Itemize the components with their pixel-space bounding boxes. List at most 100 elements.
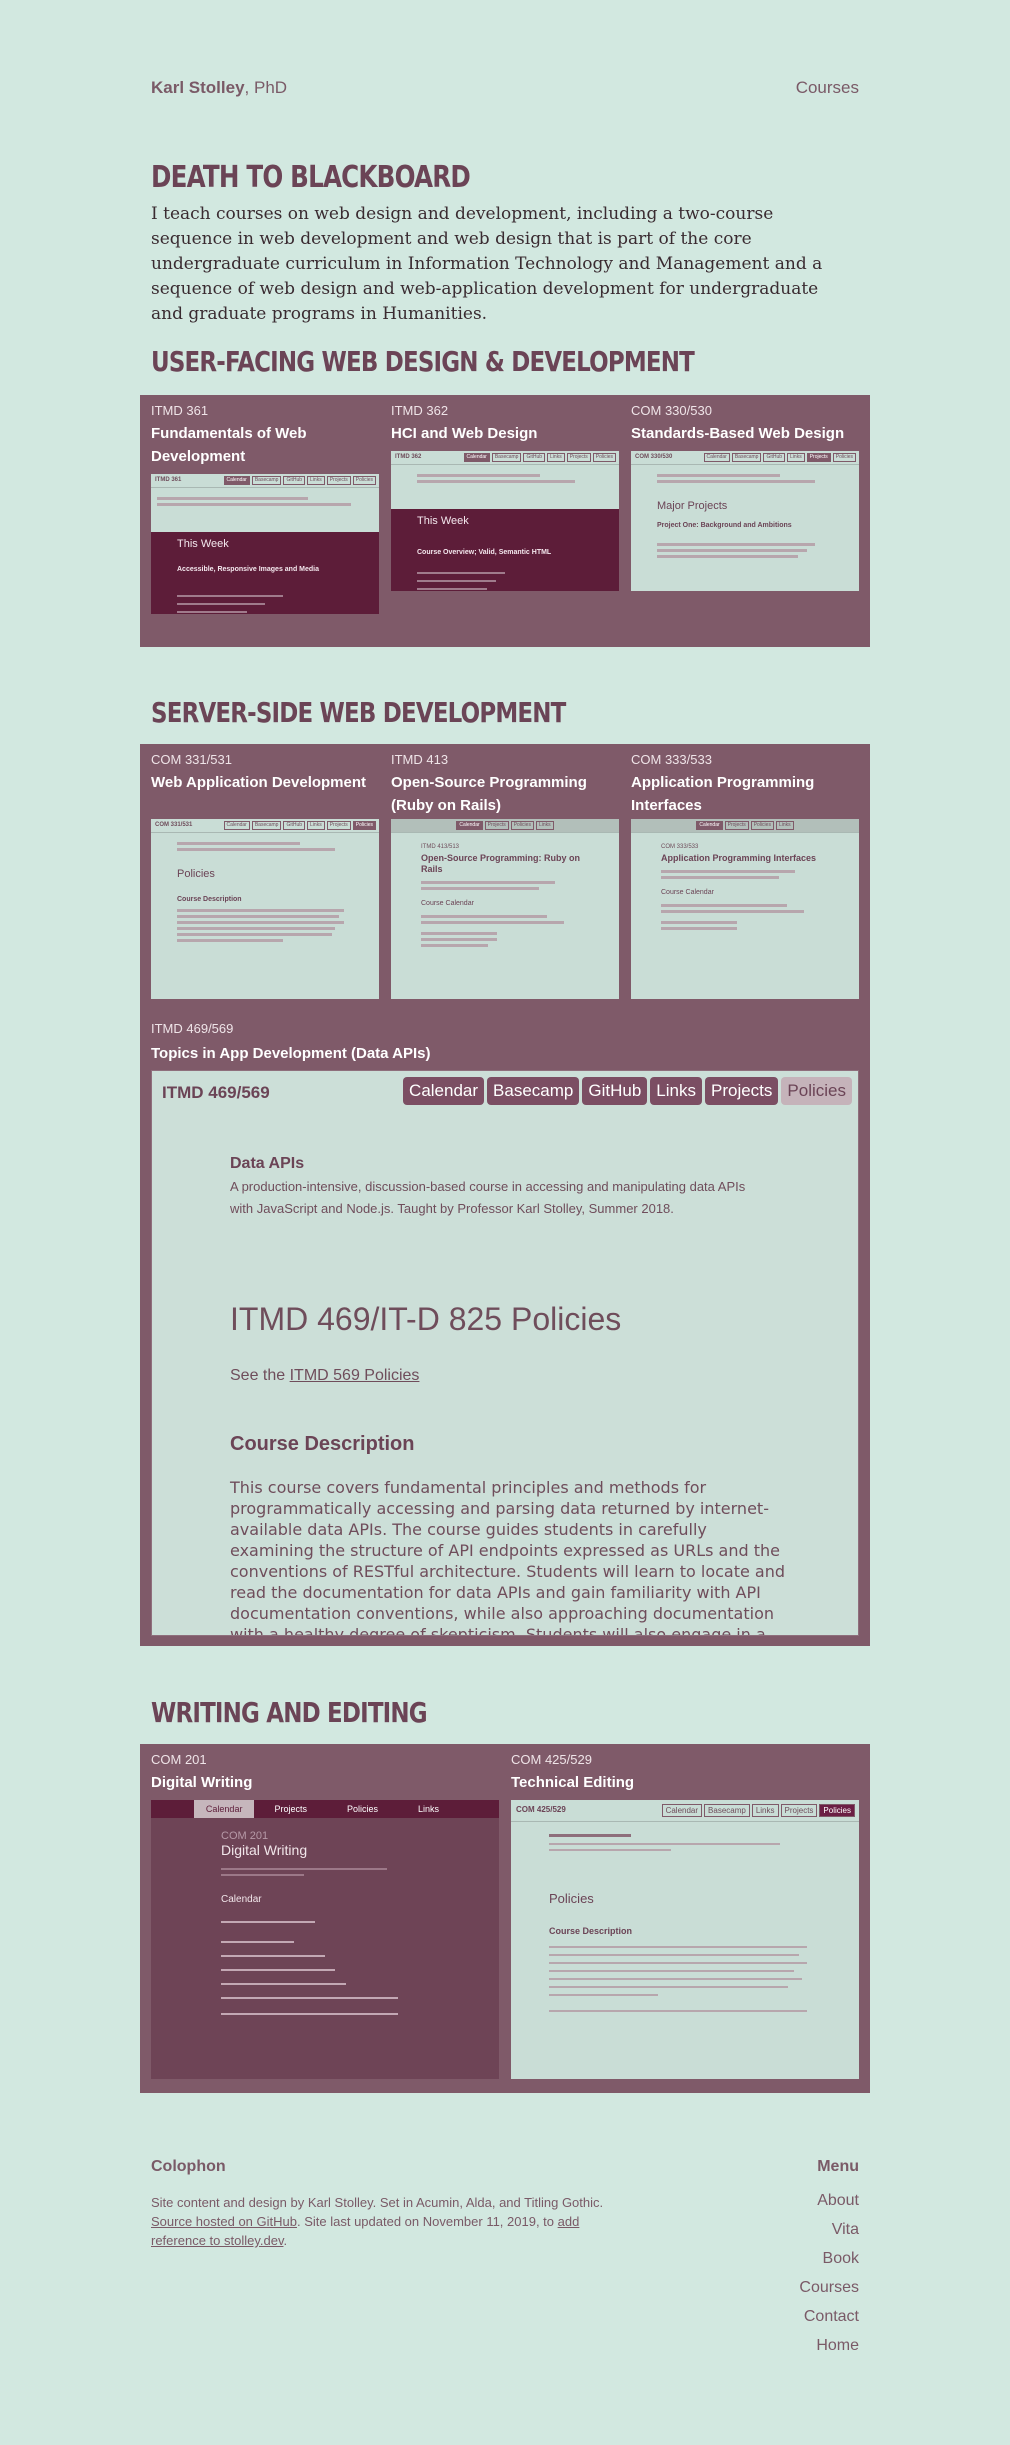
thumb-heading: Policies (177, 868, 215, 880)
thumb-logo: ITMD 361 (155, 477, 182, 483)
thumb-logo: COM 331/531 (155, 822, 193, 828)
course-desc-text: This course covers fundamental principle… (230, 1478, 786, 1636)
section-title-user-facing: USER-FACING WEB DESIGN & DEVELOPMENT (151, 345, 695, 378)
course-thumbnail[interactable]: Calendar Projects Policies Links ITMD 413/5… (391, 819, 619, 999)
thumb-sub: Course Description (177, 896, 242, 903)
course-title[interactable]: Open-Source Programming (Ruby on Rails) (391, 771, 619, 817)
preview-subtitle: Data APIs (230, 1155, 305, 1172)
course-thumbnail[interactable]: COM 330/530 Calendar Basecamp GitHub Links P… (631, 451, 859, 591)
thumb-logo: COM 330/530 (635, 454, 673, 460)
thumb-logo: COM 201 (221, 1830, 269, 1842)
course-title[interactable]: Web Application Development (151, 771, 379, 817)
page-title: DEATH TO BLACKBOARD (151, 160, 471, 195)
course-thumbnail[interactable]: Calendar Projects Policies Links COM 201… (151, 1800, 499, 2079)
colophon-end: . (283, 2233, 288, 2248)
course-title[interactable]: Application Programming Interfaces (631, 771, 859, 817)
thumb-nav: Calendar Basecamp GitHub Links Projects Polic… (391, 451, 619, 465)
courses-link[interactable]: Courses (796, 78, 859, 98)
thumb-heading: Application Programming Interfaces (661, 853, 817, 863)
thumb-logo: ITMD 413/513 (421, 844, 460, 850)
course-thumbnail[interactable]: Calendar Projects Policies Links COM 333/53… (631, 819, 859, 999)
featured-course-preview[interactable]: ITMD 469/569 Calendar Basecamp GitHub Links… (151, 1070, 859, 1636)
policies-heading: ITMD 469/IT-D 825 Policies (230, 1301, 622, 1337)
nav-github[interactable]: GitHub (582, 1077, 648, 1105)
preview-nav: Calendar Basecamp GitHub Links Projects Polic… (400, 1077, 852, 1105)
see-prefix: See the (230, 1367, 290, 1384)
course-thumbnail[interactable]: COM 331/531 Calendar Basecamp GitHub Links P… (151, 819, 379, 999)
course-card[interactable]: ITMD 361 Fundamentals of Web Development… (151, 403, 379, 614)
preview-description: A production-intensive, discussion-based… (230, 1179, 746, 1216)
thumb-sub: Project One: Background and Ambitions (657, 522, 792, 529)
course-code: COM 333/533 (631, 752, 712, 767)
menu-item-home[interactable]: Home (799, 2337, 859, 2366)
course-thumbnail[interactable]: COM 425/529 Calendar Basecamp Links Proj… (511, 1800, 859, 2079)
footer-menu: About Vita Book Courses Contact Home (799, 2192, 859, 2366)
course-desc-heading: Course Description (230, 1433, 415, 1455)
server-side-panel: COM 331/531 Web Application Development … (140, 744, 870, 1646)
thumb-nav: Calendar Projects Policies Links (391, 819, 619, 833)
policies-link[interactable]: ITMD 569 Policies (290, 1367, 420, 1384)
menu-item-contact[interactable]: Contact (799, 2308, 859, 2337)
course-code: COM 425/529 (511, 1752, 592, 1767)
course-thumbnail[interactable]: ITMD 362 Calendar Basecamp GitHub Links Proj… (391, 451, 619, 591)
course-title[interactable]: Standards-Based Web Design (631, 422, 859, 445)
course-thumbnail[interactable]: ITMD 361 Calendar Basecamp GitHub Links Proj… (151, 474, 379, 614)
course-title[interactable]: Digital Writing (151, 1771, 499, 1794)
thumb-heading: Policies (549, 1891, 594, 1906)
course-card[interactable]: ITMD 413 Open-Source Programming (Ruby o… (391, 752, 619, 999)
nav-projects[interactable]: Projects (704, 1077, 779, 1105)
thumb-nav: Calendar Projects Policies Links (631, 819, 859, 833)
thumb-sub: Course Calendar (661, 889, 714, 896)
course-card[interactable]: COM 333/533 Application Programming Inte… (631, 752, 859, 999)
course-code: COM 201 (151, 1752, 207, 1767)
course-card[interactable]: ITMD 362 HCI and Web Design ITMD 362 Cal… (391, 403, 619, 591)
thumb-sub: Course Overview; Valid, Semantic HTML (417, 549, 552, 556)
course-code: COM 331/531 (151, 752, 232, 767)
thumb-nav: Calendar Projects Policies Links (151, 1800, 499, 1818)
preview-logo[interactable]: ITMD 469/569 (162, 1083, 270, 1103)
course-title[interactable]: HCI and Web Design (391, 422, 619, 445)
menu-item-courses[interactable]: Courses (799, 2279, 859, 2308)
course-title[interactable]: Technical Editing (511, 1771, 859, 1794)
nav-basecamp[interactable]: Basecamp (487, 1077, 580, 1105)
thumb-nav: Calendar Basecamp GitHub Links Projects Polic… (151, 474, 379, 488)
thumb-logo: ITMD 362 (395, 454, 422, 460)
colophon-text: Site content and design by Karl Stolley.… (151, 2193, 621, 2250)
menu-item-book[interactable]: Book (799, 2250, 859, 2279)
colophon-heading: Colophon (151, 2158, 226, 2175)
nav-links[interactable]: Links (650, 1077, 702, 1105)
colophon-line: Site content and design by Karl Stolley.… (151, 2195, 604, 2210)
course-code: COM 330/530 (631, 403, 712, 418)
menu-item-about[interactable]: About (799, 2192, 859, 2221)
course-card[interactable]: COM 425/529 Technical Editing COM 425/52… (511, 1752, 859, 2079)
nav-calendar[interactable]: Calendar (403, 1077, 485, 1105)
menu-item-vita[interactable]: Vita (799, 2221, 859, 2250)
thumb-logo: COM 333/533 (661, 844, 699, 850)
colophon-line: . Site last updated on November 11, 2019… (296, 2214, 558, 2229)
course-title[interactable]: Fundamentals of Web Development (151, 422, 379, 468)
thumb-heading: Open-Source Programming: Ruby on Rails (421, 853, 581, 874)
course-code: ITMD 413 (391, 752, 449, 767)
user-facing-panel: ITMD 361 Fundamentals of Web Development… (140, 395, 870, 647)
course-code: ITMD 362 (391, 403, 449, 418)
intro-text: I teach courses on web design and develo… (151, 204, 823, 324)
thumb-sub: Course Description (549, 1926, 633, 1936)
course-card[interactable]: COM 331/531 Web Application Development … (151, 752, 379, 999)
thumb-heading: This Week (417, 515, 469, 527)
nav-policies[interactable]: Policies (781, 1077, 852, 1105)
thumb-heading: Major Projects (657, 500, 728, 512)
thumb-sub: Accessible, Responsive Images and Media (177, 566, 320, 573)
site-name[interactable]: Karl Stolley, PhD (151, 78, 287, 98)
source-link[interactable]: Source hosted on GitHub (151, 2214, 297, 2229)
thumb-heading: This Week (177, 538, 229, 550)
thumb-heading: Digital Writing (221, 1842, 308, 1858)
menu-heading: Menu (817, 2158, 859, 2175)
featured-course-code: ITMD 469/569 (151, 1021, 234, 1036)
thumb-logo: COM 425/529 (516, 1805, 566, 1814)
course-card[interactable]: COM 201 Digital Writing Calendar Project… (151, 1752, 499, 2079)
featured-course-title[interactable]: Topics in App Development (Data APIs) (151, 1042, 430, 1065)
see-policies: See the ITMD 569 Policies (230, 1367, 419, 1385)
course-card[interactable]: COM 330/530 Standards-Based Web Design C… (631, 403, 859, 591)
section-title-writing: WRITING AND EDITING (151, 1696, 428, 1729)
thumb-sub: Calendar (221, 1894, 262, 1905)
